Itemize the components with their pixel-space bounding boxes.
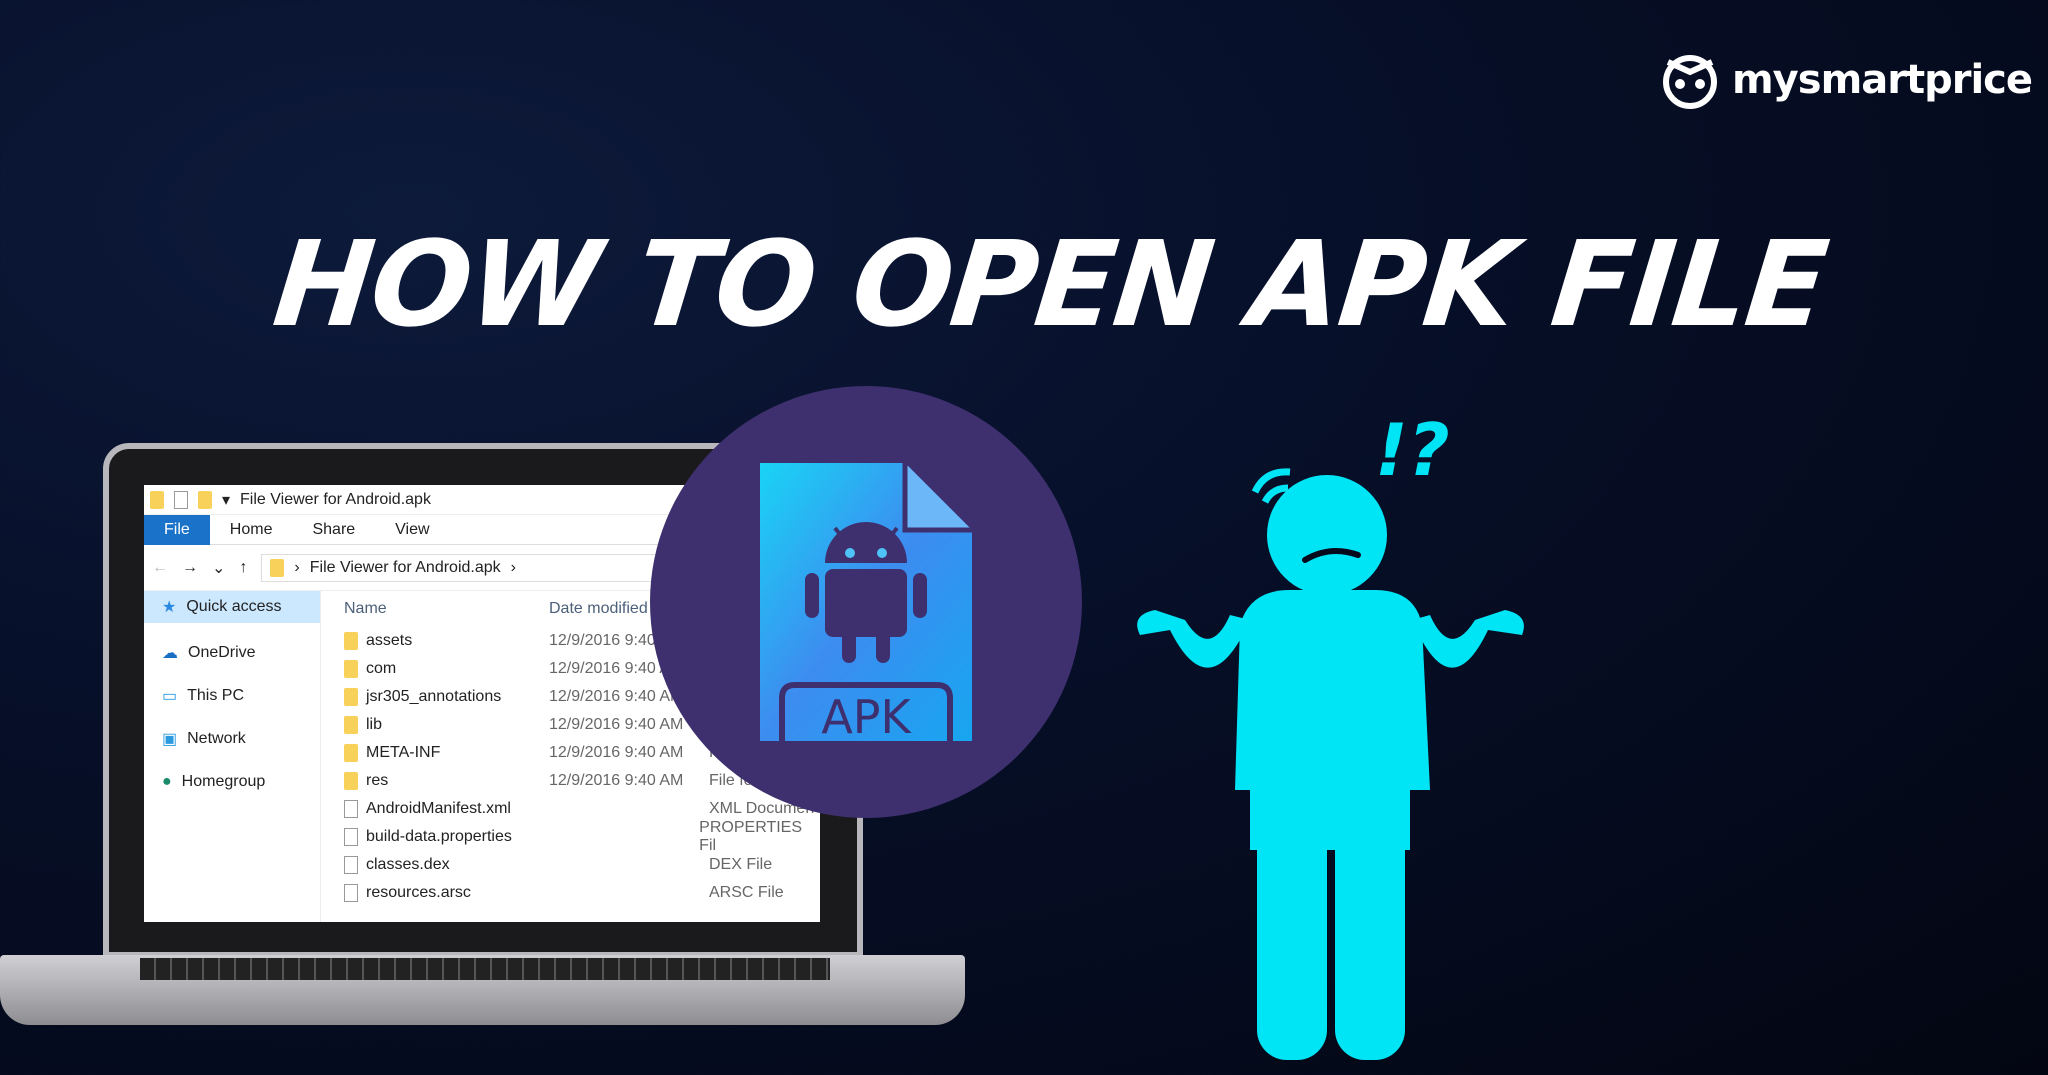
nav-this-pc[interactable]: ▭ This PC xyxy=(144,674,320,717)
file-name-cell: resources.arsc xyxy=(344,884,549,902)
nav-homegroup[interactable]: ● Homegroup xyxy=(144,760,320,803)
laptop-keyboard xyxy=(140,958,830,980)
homegroup-icon: ● xyxy=(162,772,172,790)
nav-quick-access[interactable]: ★ Quick access xyxy=(144,591,320,623)
file-name-cell: assets xyxy=(344,632,549,650)
file-icon xyxy=(344,884,358,902)
window-title: File Viewer for Android.apk xyxy=(240,490,431,508)
apk-label: APK xyxy=(821,690,912,741)
file-name-cell: jsr305_annotations xyxy=(344,688,549,706)
column-date-modified[interactable]: Date modified xyxy=(549,600,648,618)
folder-icon xyxy=(344,688,358,706)
properties-icon[interactable] xyxy=(174,490,188,509)
file-name-cell: META-INF xyxy=(344,744,549,762)
navigation-pane: ★ Quick access ☁ OneDrive ▭ This PC ▣ Networ… xyxy=(144,591,321,922)
tab-home[interactable]: Home xyxy=(210,521,293,539)
recent-dropdown-icon[interactable]: ⌄ xyxy=(212,558,225,578)
tab-file[interactable]: File xyxy=(144,514,210,545)
tab-share[interactable]: Share xyxy=(292,521,375,539)
brand-name: mysmartprice xyxy=(1732,57,2033,103)
owl-logo-icon xyxy=(1663,55,1717,109)
folder-icon xyxy=(344,660,358,678)
cloud-icon: ☁ xyxy=(162,644,178,662)
new-folder-icon[interactable] xyxy=(198,490,212,509)
file-name-cell: classes.dex xyxy=(344,856,549,874)
forward-icon[interactable]: → xyxy=(182,559,198,577)
folder-icon xyxy=(150,490,164,509)
file-type: DEX File xyxy=(709,856,773,873)
file-row[interactable]: build-data.properties PROPERTIES Fil xyxy=(344,819,820,854)
folder-icon xyxy=(270,558,285,577)
folder-icon xyxy=(344,632,358,650)
up-icon[interactable]: ↑ xyxy=(239,559,247,577)
star-icon: ★ xyxy=(162,599,177,616)
file-type: PROPERTIES Fil xyxy=(699,819,803,854)
file-icon xyxy=(344,856,358,874)
file-name-cell: AndroidManifest.xml xyxy=(344,800,549,818)
folder-icon xyxy=(344,772,358,790)
chevron-right-icon: › xyxy=(294,558,300,576)
tab-view[interactable]: View xyxy=(375,521,449,539)
file-name-cell: com xyxy=(344,660,549,678)
file-type: ARSC File xyxy=(709,884,784,901)
file-icon xyxy=(344,800,358,818)
file-name-cell: res xyxy=(344,772,549,790)
nav-onedrive[interactable]: ☁ OneDrive xyxy=(144,631,320,674)
back-icon[interactable]: ← xyxy=(152,559,168,577)
headline: HOW TO OPEN APK FILE xyxy=(267,215,1833,353)
exclamation-question-marks: !? xyxy=(1375,410,1450,492)
file-name-cell: build-data.properties xyxy=(344,828,543,846)
monitor-icon: ▭ xyxy=(162,687,178,705)
file-date: 12/9/2016 9:40 AM xyxy=(549,772,684,789)
chevron-right-icon[interactable]: › xyxy=(511,559,516,577)
brand-logo: mysmartprice xyxy=(1660,50,2033,110)
customize-dropdown-icon[interactable]: ▾ xyxy=(222,490,230,510)
file-icon xyxy=(344,828,358,846)
folder-icon xyxy=(344,716,358,734)
folder-icon xyxy=(344,744,358,762)
android-apk-file-icon: APK xyxy=(760,463,972,741)
file-date: 12/9/2016 9:40 AM xyxy=(549,744,684,761)
address-path: File Viewer for Android.apk xyxy=(309,558,501,576)
network-icon: ▣ xyxy=(162,730,178,748)
confused-person-shrug-icon: !? xyxy=(1137,410,1524,1060)
nav-network[interactable]: ▣ Network xyxy=(144,717,320,760)
file-row[interactable]: classes.dex DEX File xyxy=(344,851,820,879)
file-row[interactable]: resources.arsc ARSC File xyxy=(344,879,820,907)
file-name-cell: lib xyxy=(344,716,549,734)
column-name[interactable]: Name xyxy=(344,600,549,618)
